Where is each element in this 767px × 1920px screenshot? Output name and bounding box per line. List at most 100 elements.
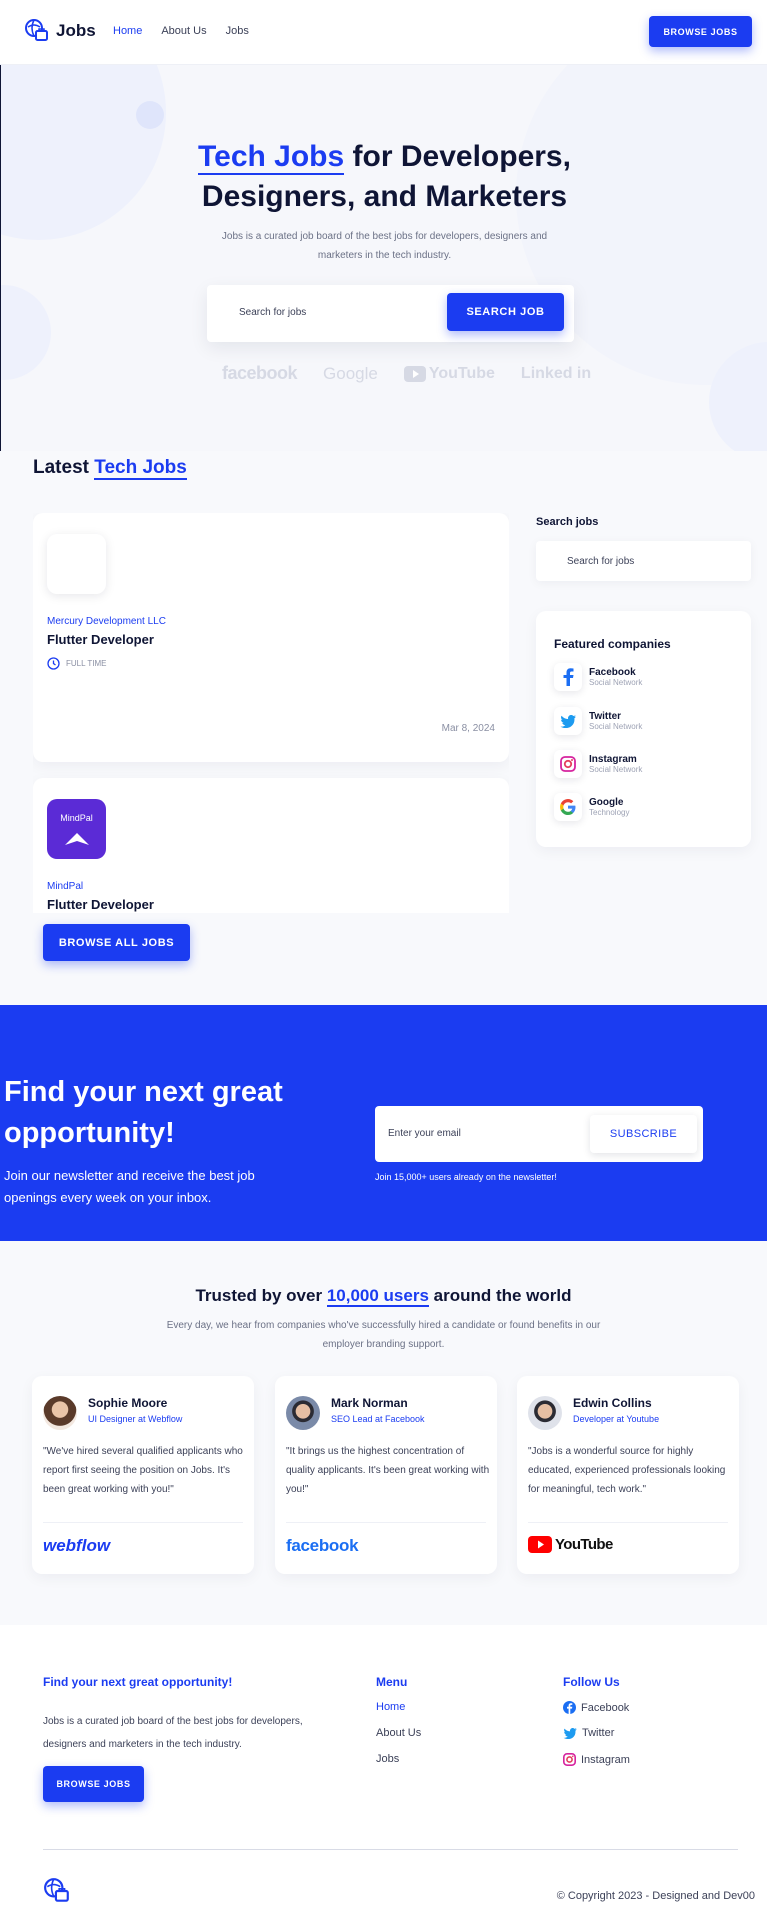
browse-all-jobs-button[interactable]: BROWSE ALL JOBS [43, 924, 190, 961]
linkedin-logo: Linked in [520, 364, 592, 382]
briefcase-globe-icon [25, 19, 48, 41]
hero-search-input[interactable]: Search for jobs [239, 307, 306, 318]
testimonial-role: SEO Lead at Facebook [331, 1414, 425, 1424]
clock-icon [47, 657, 60, 670]
company-name: Twitter [589, 711, 622, 722]
footer-link-jobs[interactable]: Jobs [376, 1753, 399, 1765]
company-category: Social Network [589, 722, 643, 731]
footer-link-about[interactable]: About Us [376, 1727, 421, 1739]
testimonial-quote: "It brings us the highest concentration … [286, 1446, 490, 1495]
newsletter-text: Join our newsletter and receive the best… [4, 1168, 255, 1205]
newsletter-title: Find your next great opportunity! [4, 1076, 283, 1149]
featured-title: Featured companies [554, 637, 671, 651]
youtube-play-icon [403, 365, 426, 382]
company-name: Google [589, 797, 624, 808]
job-card[interactable]: Mercury Development LLC Flutter Develope… [33, 513, 509, 762]
footer-social-twitter[interactable]: Twitter [563, 1727, 614, 1739]
email-input[interactable]: Enter your email [388, 1128, 461, 1139]
company-category: Social Network [589, 765, 643, 774]
divider [286, 1522, 486, 1523]
decor-circle [136, 101, 164, 129]
sidebar-search-input[interactable]: Search for jobs [536, 541, 751, 581]
footer-social-instagram[interactable]: Instagram [563, 1753, 630, 1766]
nav-about[interactable]: About Us [161, 25, 206, 37]
client-logos: facebook Google YouTube Linked in [222, 363, 591, 384]
search-jobs-title: Search jobs [536, 516, 599, 528]
arrow-up-icon [65, 833, 89, 845]
company-item-twitter[interactable]: Twitter Social Network [554, 707, 642, 735]
nav-jobs[interactable]: Jobs [226, 25, 249, 37]
newsletter-note: Join 15,000+ users already on the newsle… [375, 1172, 557, 1182]
company-logo [47, 534, 106, 594]
testimonial-quote: "We've hired several qualified applicant… [43, 1446, 243, 1495]
browse-jobs-button[interactable]: BROWSE JOBS [649, 16, 752, 47]
footer: Find your next great opportunity! Jobs i… [0, 1625, 767, 1920]
instagram-icon [563, 1753, 576, 1766]
hero-title: Tech Jobs for Developers, Designers, and … [198, 140, 571, 213]
youtube-logo: YouTube [528, 1536, 613, 1553]
hero-section: Tech Jobs for Developers, Designers, and … [0, 65, 767, 451]
nav-home[interactable]: Home [113, 25, 142, 37]
testimonial-name: Mark Norman [331, 1396, 408, 1410]
testimonial-card: Edwin Collins Developer at Youtube "Jobs… [517, 1376, 739, 1574]
twitter-icon [560, 714, 576, 728]
trust-title: Trusted by over 10,000 users around the … [195, 1286, 572, 1307]
copyright: © Copyright 2023 - Designed and Dev00 [556, 1890, 755, 1902]
facebook-logo: facebook [222, 363, 298, 383]
main-nav: Home About Us Jobs [113, 25, 249, 37]
briefcase-globe-icon[interactable] [43, 1877, 71, 1905]
facebook-logo: facebook [286, 1536, 359, 1555]
facebook-icon [563, 1701, 576, 1714]
webflow-logo: webflow [43, 1536, 111, 1555]
header: Jobs Home About Us Jobs BROWSE JOBS [0, 0, 767, 65]
company-name: Instagram [589, 754, 637, 765]
youtube-logo: YouTube [403, 365, 495, 383]
logo[interactable]: Jobs [24, 18, 96, 44]
footer-social-facebook[interactable]: Facebook [563, 1701, 629, 1714]
job-company[interactable]: Mercury Development LLC [47, 616, 166, 627]
company-category: Technology [589, 808, 630, 817]
featured-companies: Featured companies Facebook Social Networ… [536, 611, 751, 847]
avatar [528, 1396, 562, 1430]
hero-search-box: Search for jobs SEARCH JOB [207, 285, 574, 342]
company-item-google[interactable]: Google Technology [554, 793, 629, 821]
testimonial-role: UI Designer at Webflow [88, 1414, 183, 1424]
company-category: Social Network [589, 678, 643, 687]
avatar [43, 1396, 77, 1430]
divider [43, 1522, 243, 1523]
newsletter-section: Find your next great opportunity! Join o… [0, 1005, 767, 1241]
job-title[interactable]: Flutter Developer [47, 632, 154, 647]
twitter-icon [563, 1727, 577, 1739]
job-type: FULL TIME [47, 657, 106, 670]
google-icon [560, 799, 576, 815]
facebook-icon [563, 668, 574, 686]
job-company[interactable]: MindPal [47, 881, 83, 892]
footer-browse-jobs-button[interactable]: BROWSE JOBS [43, 1766, 144, 1802]
testimonial-card: Mark Norman SEO Lead at Facebook "It bri… [275, 1376, 497, 1574]
youtube-play-icon [528, 1536, 552, 1553]
job-title[interactable]: Flutter Developer [47, 897, 154, 912]
company-name: Facebook [589, 667, 636, 678]
testimonial-name: Sophie Moore [88, 1396, 168, 1410]
newsletter-form: Enter your email SUBSCRIBE [375, 1106, 703, 1162]
google-logo: Google [323, 363, 378, 383]
latest-jobs-title: Latest Tech Jobs [33, 457, 187, 480]
company-item-instagram[interactable]: Instagram Social Network [554, 750, 642, 778]
decor-circle [1, 285, 51, 380]
job-date: Mar 8, 2024 [441, 723, 495, 734]
footer-menu-title: Menu [376, 1675, 408, 1689]
divider [528, 1522, 728, 1523]
job-card[interactable]: MindPal MindPal Flutter Developer [33, 778, 509, 913]
search-job-button[interactable]: SEARCH JOB [447, 293, 564, 331]
subscribe-button[interactable]: SUBSCRIBE [590, 1115, 697, 1153]
testimonial-quote: "Jobs is a wonderful source for highly e… [528, 1446, 726, 1495]
footer-text: Jobs is a curated job board of the best … [43, 1716, 303, 1750]
testimonial-name: Edwin Collins [573, 1396, 652, 1410]
trust-subtitle: Every day, we hear from companies who've… [166, 1320, 601, 1350]
footer-divider [43, 1849, 738, 1850]
footer-link-home[interactable]: Home [376, 1701, 405, 1713]
mindpal-logo: MindPal [47, 799, 106, 859]
company-item-facebook[interactable]: Facebook Social Network [554, 663, 642, 691]
footer-title: Find your next great opportunity! [43, 1675, 233, 1689]
testimonial-card: Sophie Moore UI Designer at Webflow "We'… [32, 1376, 254, 1574]
